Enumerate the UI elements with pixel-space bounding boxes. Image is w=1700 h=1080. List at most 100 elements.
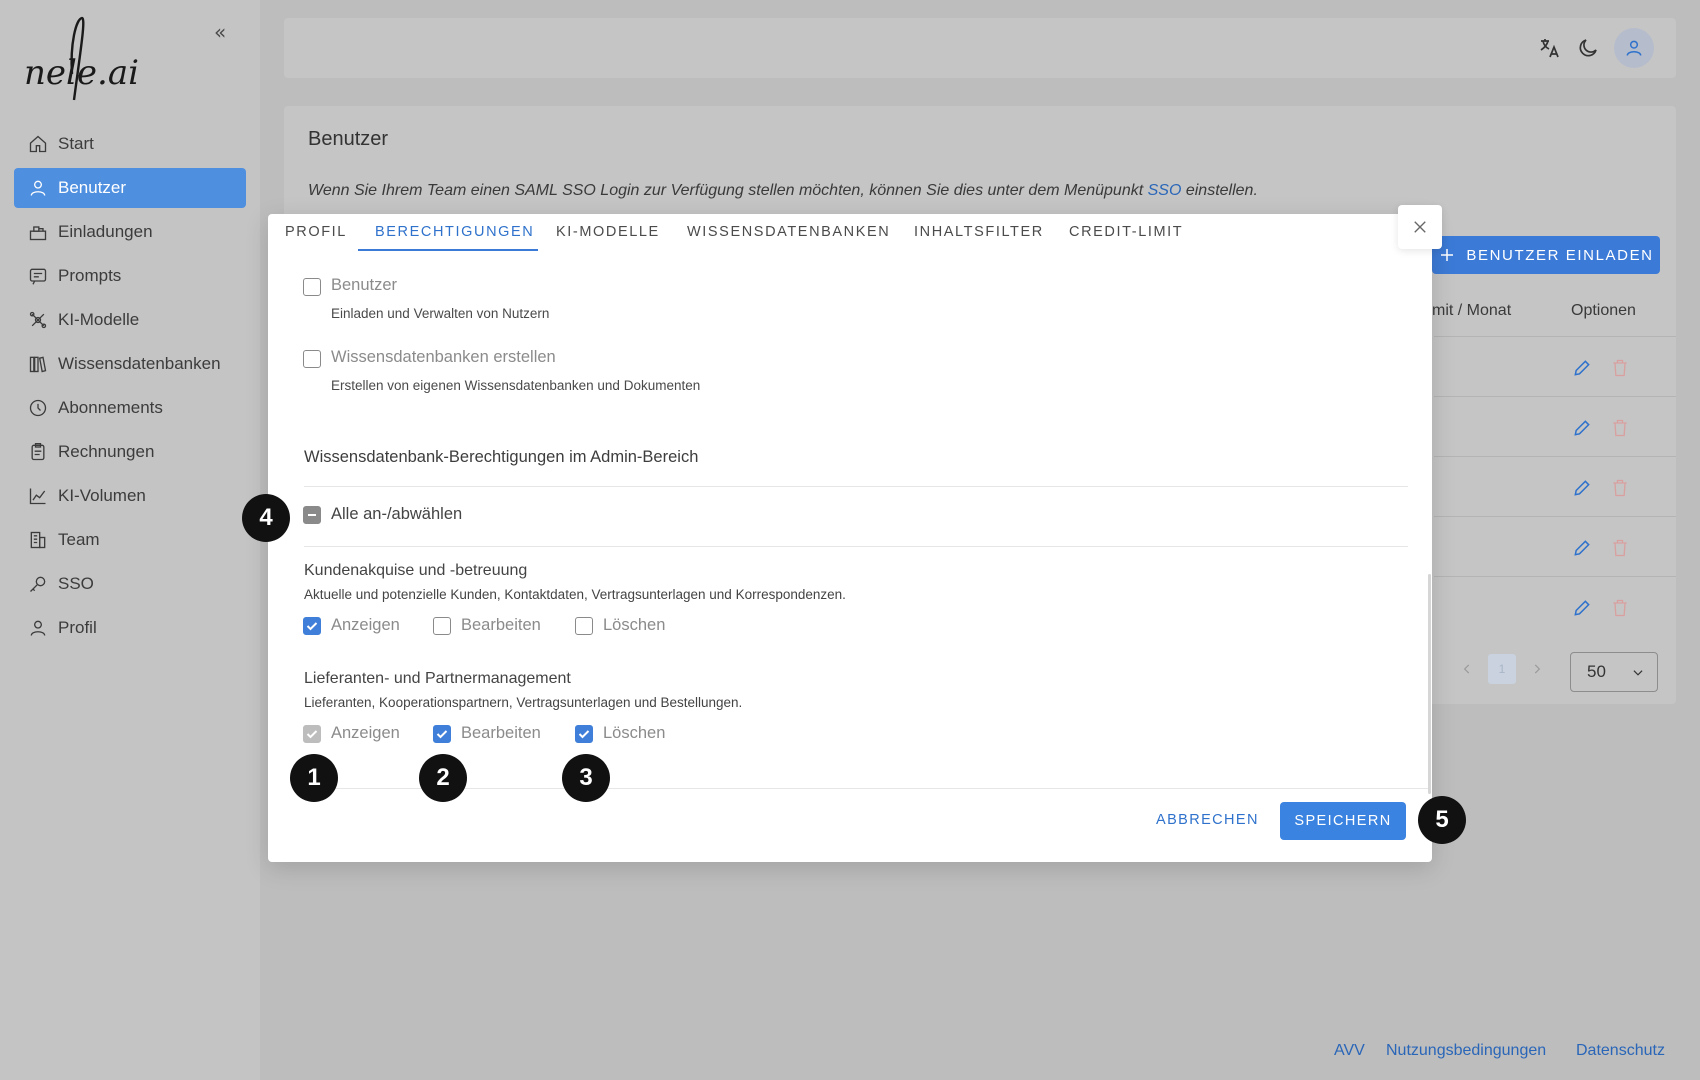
perm-benutzer-label: Benutzer (331, 276, 398, 294)
tab-inhaltsfilter[interactable]: INHALTSFILTER (914, 224, 1044, 240)
delete-icon[interactable] (1610, 358, 1630, 378)
group-title: Kundenakquise und -betreuung (304, 562, 528, 579)
edit-icon[interactable] (1572, 478, 1592, 498)
page-button-current[interactable]: 1 (1488, 654, 1516, 684)
plus-icon (1441, 249, 1454, 261)
avatar[interactable] (1614, 28, 1654, 68)
next-page-icon[interactable] (1530, 662, 1544, 676)
checkbox-lieferanten-anzeigen[interactable] (303, 725, 321, 743)
column-header-options: Optionen (1571, 302, 1636, 319)
edit-icon[interactable] (1572, 598, 1592, 618)
checkbox-perm-benutzer[interactable] (303, 278, 321, 296)
delete-icon[interactable] (1610, 478, 1630, 498)
callout-badge: 5 (1418, 796, 1466, 844)
avatar-icon (1626, 40, 1642, 56)
callout-badge: 1 (290, 754, 338, 802)
close-icon (1414, 221, 1426, 233)
page-title: Benutzer (308, 128, 389, 150)
building-icon (30, 531, 46, 549)
sidebar-item-label: Start (58, 134, 94, 153)
tab-berechtigungen[interactable]: BERECHTIGUNGEN (375, 224, 534, 240)
collapse-sidebar-icon[interactable]: « (214, 22, 234, 42)
sidebar-item-label: Abonnements (58, 398, 163, 417)
delete-icon[interactable] (1610, 598, 1630, 618)
delete-icon[interactable] (1610, 418, 1630, 438)
sidebar-item-benutzer[interactable]: Benutzer (14, 168, 246, 208)
moon-icon[interactable] (1576, 36, 1600, 60)
callout-badge: 3 (562, 754, 610, 802)
sidebar-item-label: SSO (58, 574, 94, 593)
sidebar-item-ki-modelle[interactable]: KI-Modelle (14, 300, 246, 340)
callout-badge: 2 (419, 754, 467, 802)
checkbox-lieferanten-loeschen[interactable] (575, 725, 593, 743)
checkbox-kunden-bearbeiten[interactable] (433, 617, 451, 635)
checkbox-kunden-anzeigen[interactable] (303, 617, 321, 635)
svg-text:nele.ai: nele.ai (24, 53, 139, 93)
page-size-select[interactable]: 50 (1570, 652, 1658, 692)
sidebar-item-wissensdatenbanken[interactable]: Wissensdatenbanken (14, 344, 246, 384)
sidebar-item-rechnungen[interactable]: Rechnungen (14, 432, 246, 472)
sidebar-item-start[interactable]: Start (14, 124, 246, 164)
sidebar-item-prompts[interactable]: Prompts (14, 256, 246, 296)
prompt-icon (29, 268, 47, 285)
lieferanten-bearbeiten-label: Bearbeiten (461, 724, 541, 742)
translate-icon[interactable] (1538, 36, 1562, 60)
sidebar-item-label: Profil (58, 618, 97, 637)
user-icon (30, 180, 46, 196)
edit-icon[interactable] (1572, 358, 1592, 378)
sidebar-item-einladungen[interactable]: Einladungen (14, 212, 246, 252)
sso-link[interactable]: SSO (1148, 182, 1182, 199)
group-desc: Aktuelle und potenzielle Kunden, Kontakt… (304, 587, 846, 602)
delete-icon[interactable] (1610, 538, 1630, 558)
cancel-button[interactable]: ABBRECHEN (1156, 812, 1259, 828)
sidebar-item-label: KI-Modelle (58, 310, 140, 329)
sidebar-item-profil[interactable]: Profil (14, 608, 246, 648)
column-header-limit: mit / Monat (1432, 302, 1512, 319)
save-button[interactable]: SPEICHERN (1280, 802, 1406, 840)
sidebar: nele.ai « Start Benutzer Einladungen Pro… (0, 0, 260, 1080)
kunden-anzeigen-label: Anzeigen (331, 616, 400, 634)
footer-link-nutzungsbedingungen[interactable]: Nutzungsbedingungen (1386, 1042, 1546, 1060)
sidebar-item-team[interactable]: Team (14, 520, 246, 560)
tab-ki-modelle[interactable]: KI-MODELLE (556, 224, 660, 240)
clipboard-icon (31, 443, 45, 461)
tab-wissensdatenbanken[interactable]: WISSENSDATENBANKEN (687, 224, 890, 240)
callout-badge: 4 (242, 494, 290, 542)
nele-ai-logo[interactable]: nele.ai (24, 14, 154, 106)
prev-page-icon[interactable] (1460, 662, 1474, 676)
sidebar-item-ki-volumen[interactable]: KI-Volumen (14, 476, 246, 516)
sidebar-item-label: Einladungen (58, 222, 153, 241)
ai-model-icon (29, 311, 47, 329)
tab-credit-limit[interactable]: CREDIT-LIMIT (1069, 224, 1183, 240)
checkbox-perm-wissensdatenbanken[interactable] (303, 350, 321, 368)
close-dialog-button[interactable] (1398, 205, 1442, 249)
footer-link-datenschutz[interactable]: Datenschutz (1576, 1042, 1665, 1060)
checkbox-lieferanten-bearbeiten[interactable] (433, 725, 451, 743)
group-desc: Lieferanten, Kooperationspartnern, Vertr… (304, 695, 743, 710)
profile-icon (30, 620, 46, 636)
sidebar-nav: Start Benutzer Einladungen Prompts KI-Mo… (14, 124, 246, 652)
footer-link-avv[interactable]: AVV (1334, 1042, 1365, 1060)
sidebar-item-label: Prompts (58, 266, 122, 285)
admin-permissions-title: Wissensdatenbank-Berechtigungen im Admin… (304, 448, 699, 466)
clock-icon (29, 399, 47, 417)
sso-note: Wenn Sie Ihrem Team einen SAML SSO Login… (308, 182, 1258, 199)
tab-profil[interactable]: PROFIL (285, 224, 347, 240)
perm-wdb-desc: Erstellen von eigenen Wissensdatenbanken… (331, 378, 701, 393)
checkbox-kunden-loeschen[interactable] (575, 617, 593, 635)
key-icon (30, 576, 46, 592)
dialog-scrollbar[interactable] (1428, 574, 1431, 794)
top-bar (284, 18, 1676, 78)
edit-icon[interactable] (1572, 538, 1592, 558)
edit-icon[interactable] (1572, 418, 1592, 438)
sidebar-item-label: Team (58, 530, 100, 549)
checkbox-select-all[interactable] (303, 506, 321, 524)
sidebar-item-abonnements[interactable]: Abonnements (14, 388, 246, 428)
kunden-bearbeiten-label: Bearbeiten (461, 616, 541, 634)
sidebar-item-sso[interactable]: SSO (14, 564, 246, 604)
group-title: Lieferanten- und Partnermanagement (304, 670, 571, 687)
sidebar-item-label: Wissensdatenbanken (58, 354, 221, 373)
invite-icon (29, 226, 47, 241)
lieferanten-anzeigen-label: Anzeigen (331, 724, 400, 742)
invite-user-button[interactable]: BENUTZER EINLADEN (1432, 236, 1660, 274)
